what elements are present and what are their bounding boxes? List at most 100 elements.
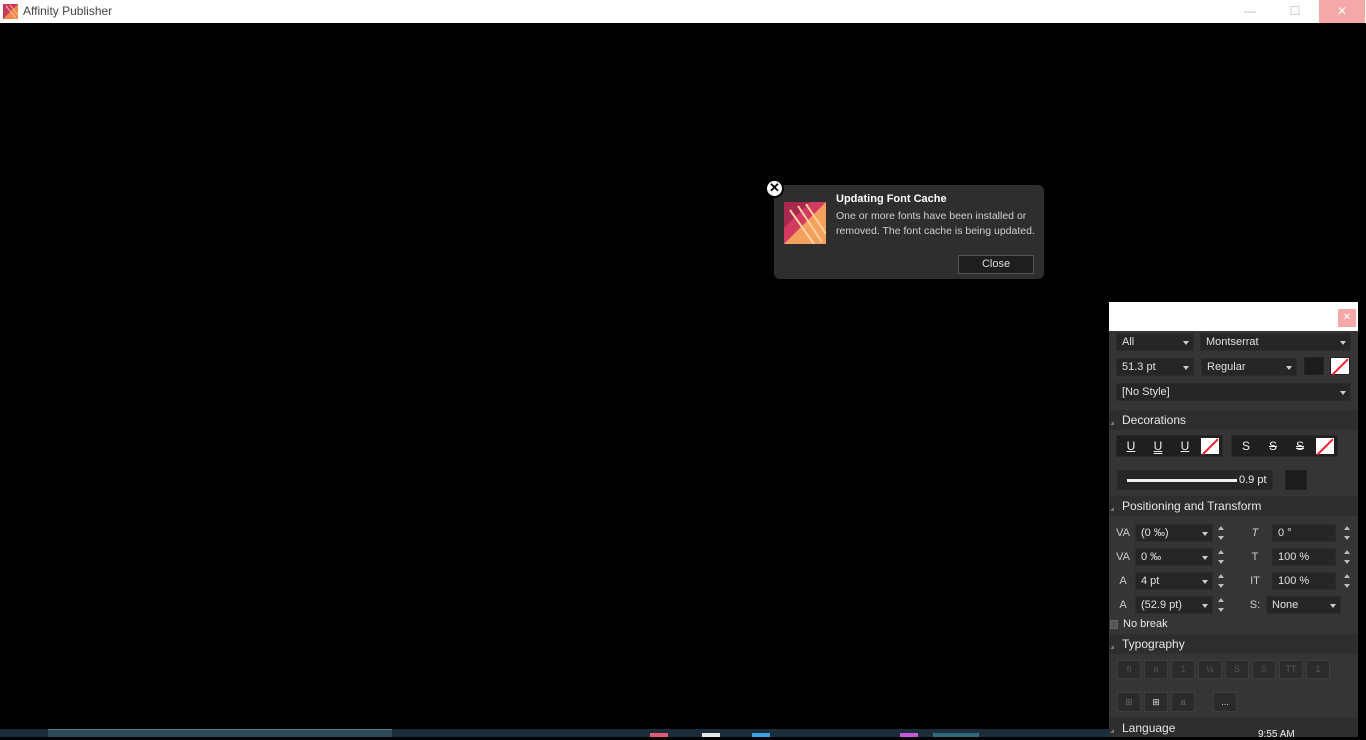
horizontal-scale-stepper[interactable] bbox=[1344, 573, 1352, 589]
vertical-scale-stepper[interactable] bbox=[1344, 549, 1352, 565]
ordinals-button[interactable]: 1 bbox=[1171, 660, 1195, 679]
chevron-down-icon bbox=[1202, 556, 1208, 560]
affinity-publisher-logo-icon bbox=[3, 4, 18, 19]
title-bar: Affinity Publisher — ☐ ✕ bbox=[0, 0, 1366, 23]
baseline-shift-stepper[interactable] bbox=[1218, 573, 1226, 589]
tracking-icon: VA bbox=[1116, 551, 1130, 563]
font-size-dropdown[interactable]: 51.3 pt bbox=[1116, 358, 1194, 376]
affinity-publisher-logo-icon bbox=[784, 202, 826, 244]
chevron-down-icon bbox=[1340, 391, 1346, 395]
double-strikethrough-button[interactable]: S bbox=[1287, 436, 1313, 456]
taskbar-app-icon[interactable] bbox=[752, 733, 770, 737]
notification-dismiss-icon[interactable]: ✕ bbox=[765, 179, 784, 198]
typography-option-1-button[interactable]: ⊞ bbox=[1117, 692, 1141, 712]
small-caps-button[interactable]: TT bbox=[1279, 660, 1303, 679]
typography-option-3-button[interactable]: a bbox=[1171, 692, 1195, 712]
horizontal-scale-icon: IT bbox=[1250, 575, 1260, 587]
line-color-swatch[interactable] bbox=[1285, 470, 1307, 490]
underline-color-swatch[interactable] bbox=[1200, 437, 1220, 455]
line-weight-bar bbox=[1127, 479, 1237, 482]
typography-option-2-button[interactable]: ⊞ bbox=[1144, 692, 1168, 712]
panel-header: ✕ bbox=[1109, 302, 1358, 331]
kerning-stepper[interactable] bbox=[1218, 525, 1226, 541]
underline-button[interactable]: U bbox=[1118, 436, 1144, 456]
underline-group: U U U bbox=[1116, 435, 1223, 457]
leading-icon: A bbox=[1119, 599, 1127, 611]
notification-title: Updating Font Cache bbox=[836, 193, 947, 205]
maximize-button[interactable]: ☐ bbox=[1272, 0, 1318, 23]
horizontal-scale-value: 100 % bbox=[1278, 575, 1310, 587]
chevron-down-icon bbox=[1202, 604, 1208, 608]
window-close-button[interactable]: ✕ bbox=[1319, 0, 1365, 23]
kerning-value: (0 ‰) bbox=[1141, 527, 1169, 539]
skew-value: 0 ° bbox=[1278, 527, 1292, 539]
no-break-label: No break bbox=[1123, 618, 1168, 630]
position-style-value: None bbox=[1272, 599, 1299, 611]
section-typography[interactable]: Typography bbox=[1109, 634, 1358, 654]
kerning-dropdown[interactable]: (0 ‰) bbox=[1135, 524, 1213, 542]
horizontal-scale-field[interactable]: 100 % bbox=[1272, 572, 1336, 590]
case-button[interactable]: 1 bbox=[1306, 660, 1330, 679]
strikethrough-button[interactable]: S bbox=[1260, 436, 1286, 456]
accounting-underline-button[interactable]: U bbox=[1172, 436, 1198, 456]
tracking-stepper[interactable] bbox=[1218, 549, 1226, 565]
chevron-down-icon bbox=[1286, 366, 1292, 370]
taskbar-app-active[interactable] bbox=[933, 733, 979, 737]
skew-field[interactable]: 0 ° bbox=[1272, 524, 1336, 542]
baseline-shift-dropdown[interactable]: 4 pt bbox=[1135, 572, 1213, 590]
chevron-down-icon bbox=[1183, 341, 1189, 345]
strikethrough-group: S S S bbox=[1231, 435, 1338, 457]
section-language[interactable]: Language bbox=[1109, 718, 1358, 737]
subscript-button[interactable]: S bbox=[1252, 660, 1276, 679]
font-weight-dropdown[interactable]: Regular bbox=[1201, 358, 1297, 376]
taskbar-app-icon[interactable] bbox=[900, 733, 918, 737]
line-weight-slider[interactable]: 0.9 pt bbox=[1117, 470, 1273, 490]
taskbar-app-icon[interactable] bbox=[702, 733, 720, 737]
leading-stepper[interactable] bbox=[1218, 597, 1226, 613]
strikethrough-color-swatch[interactable] bbox=[1315, 437, 1335, 455]
no-break-checkbox[interactable] bbox=[1110, 620, 1118, 629]
chevron-down-icon bbox=[1202, 532, 1208, 536]
chevron-down-icon bbox=[1340, 341, 1346, 345]
taskbar-clock[interactable]: 9:55 AM bbox=[1258, 730, 1295, 740]
highlight-color-swatch[interactable] bbox=[1330, 357, 1350, 375]
baseline-shift-value: 4 pt bbox=[1141, 575, 1160, 587]
leading-dropdown[interactable]: (52.9 pt) bbox=[1135, 596, 1213, 614]
font-cache-notification: Updating Font Cache One or more fonts ha… bbox=[774, 185, 1044, 279]
line-weight-value: 0.9 pt bbox=[1239, 474, 1267, 486]
skew-icon: T bbox=[1251, 527, 1259, 539]
chevron-down-icon bbox=[1330, 604, 1336, 608]
ligatures-button[interactable]: fi bbox=[1117, 660, 1141, 679]
paragraph-style-dropdown[interactable]: [No Style] bbox=[1116, 383, 1351, 401]
taskbar-active-window[interactable] bbox=[48, 729, 392, 737]
skew-stepper[interactable] bbox=[1344, 525, 1352, 541]
taskbar-app-icon[interactable] bbox=[650, 733, 668, 737]
character-panel: ✕ All Montserrat 51.3 pt Regular [No Sty… bbox=[1109, 302, 1358, 737]
typography-more-button[interactable]: ... bbox=[1213, 692, 1237, 712]
kerning-icon: VA bbox=[1116, 527, 1130, 539]
chevron-down-icon bbox=[1183, 366, 1189, 370]
strikethrough-off-button[interactable]: S bbox=[1233, 436, 1259, 456]
tracking-dropdown[interactable]: 0 ‰ bbox=[1135, 548, 1213, 566]
panel-close-button[interactable]: ✕ bbox=[1338, 309, 1356, 327]
notification-body: One or more fonts have been installed or… bbox=[836, 210, 1035, 237]
baseline-shift-icon: A bbox=[1119, 575, 1127, 587]
notification-close-button[interactable]: Close bbox=[958, 255, 1034, 274]
scope-dropdown[interactable]: All bbox=[1116, 333, 1194, 351]
section-positioning-transform[interactable]: Positioning and Transform bbox=[1109, 496, 1358, 516]
minimize-button[interactable]: — bbox=[1227, 0, 1273, 23]
section-decorations[interactable]: Decorations bbox=[1109, 410, 1358, 430]
font-weight-value: Regular bbox=[1207, 361, 1246, 373]
leading-value: (52.9 pt) bbox=[1141, 599, 1182, 611]
position-style-dropdown[interactable]: None bbox=[1266, 596, 1341, 614]
vertical-scale-icon: T bbox=[1251, 551, 1259, 563]
font-family-value: Montserrat bbox=[1206, 336, 1259, 348]
style-label: S: bbox=[1249, 599, 1261, 611]
double-underline-button[interactable]: U bbox=[1145, 436, 1171, 456]
font-family-dropdown[interactable]: Montserrat bbox=[1200, 333, 1351, 351]
discretionary-ligatures-button[interactable]: a bbox=[1144, 660, 1168, 679]
text-color-swatch[interactable] bbox=[1304, 357, 1324, 375]
vertical-scale-field[interactable]: 100 % bbox=[1272, 548, 1336, 566]
superscript-button[interactable]: S bbox=[1225, 660, 1249, 679]
fractions-button[interactable]: ½ bbox=[1198, 660, 1222, 679]
